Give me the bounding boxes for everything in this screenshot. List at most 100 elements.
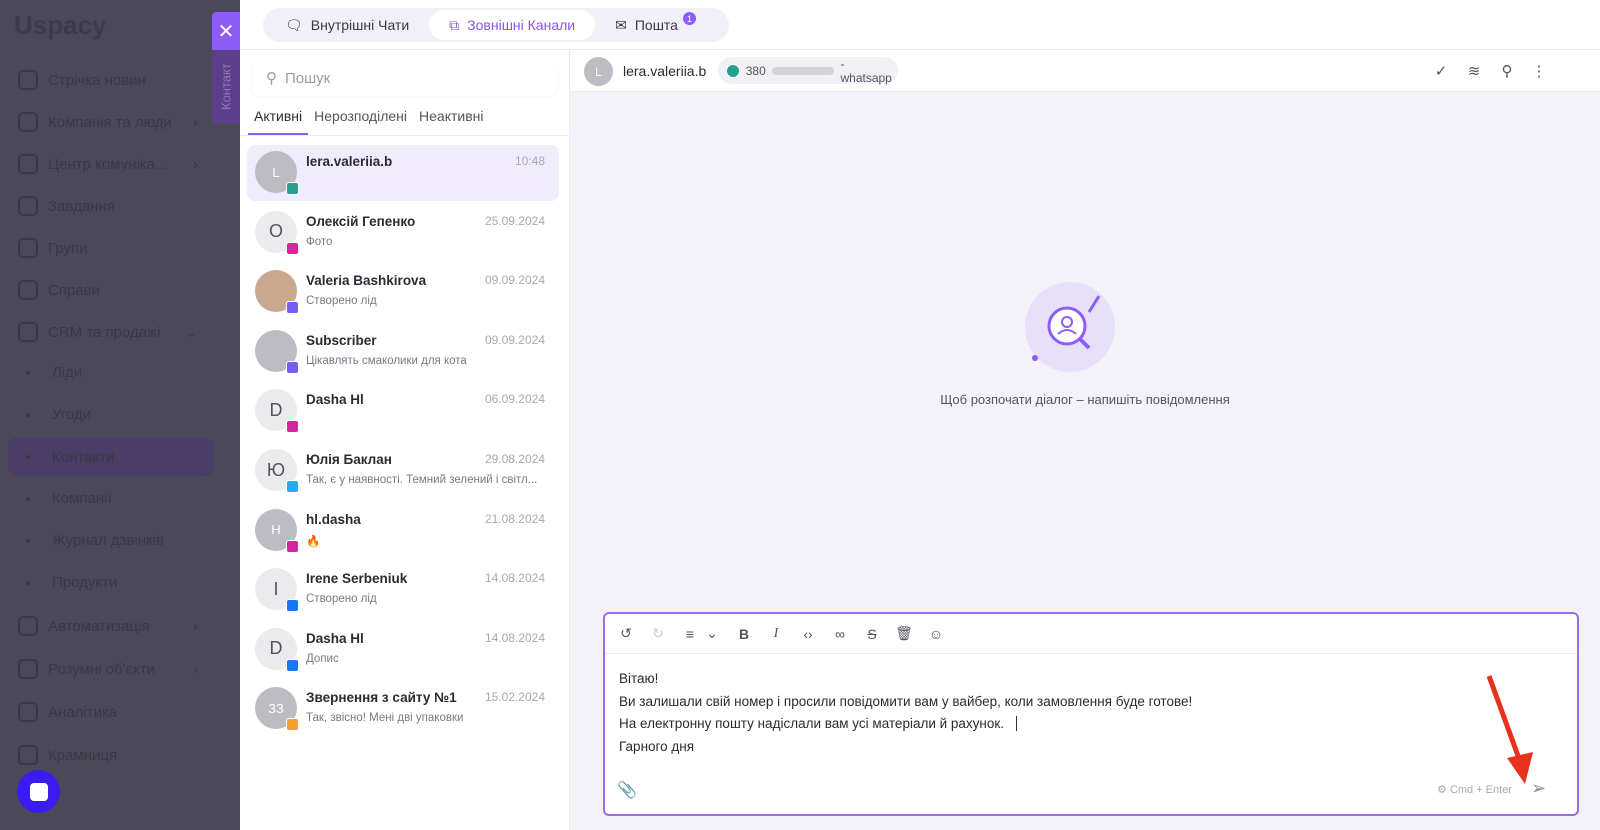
chat-list-item[interactable]: I Irene Serbeniuk 14.08.2024 Створено лі… [247,562,559,618]
sidebar-subitem[interactable]: Продукти [26,574,206,591]
nav-label: Контакти [52,448,115,466]
nav-icon [18,659,38,679]
chat-time: 09.09.2024 [484,273,545,288]
sidebar-subitem[interactable]: Ліди [26,364,206,381]
nav-label: Групи [48,239,88,257]
chat-list-item[interactable]: H hl.dasha 21.08.2024 🔥 [247,503,559,559]
chat-list-item[interactable]: Subscriber 09.09.2024 Цікавлять смаколик… [247,324,559,380]
contact-name[interactable]: lera.valeriia.b [623,63,706,79]
chat-time: 14.08.2024 [484,571,545,586]
contact-drawer-tab[interactable]: Контакт [212,50,240,124]
emoji-icon[interactable]: ☺ [927,625,945,643]
chat-preview: Фото [306,235,333,248]
app-sidebar-dimmed: Uspacy Стрічка новин Компанія та люди › Цен… [0,0,240,830]
instagram-icon [286,241,299,255]
chat-header: L lera.valeriia.b 380 - whatsapp ✓ ≋ ⚲ ⋮ [570,50,1600,92]
chevron-icon: › [193,113,198,131]
filter-unassigned[interactable]: Нерозподілені [308,100,413,135]
sidebar-item[interactable]: Аналітика [18,702,198,722]
chat-time: 14.08.2024 [484,630,545,645]
sidebar-item[interactable]: Крамниця [18,745,198,765]
tab-external-channels[interactable]: ⧉ Зовнішні Канали [429,10,596,40]
sidebar-item[interactable]: Центр комуніка... › [18,154,198,174]
bullet-icon [26,580,30,585]
nav-icon [18,154,38,174]
channel-tabs: 🗨 Внутрішні Чати ⧉ Зовнішні Канали ✉ Пошта 1 [263,8,729,42]
tab-mail[interactable]: ✉ Пошта 1 [595,10,698,40]
undo-icon[interactable]: ↺ [617,625,635,643]
chat-list-item[interactable]: Ю Юлія Баклан 29.08.2024 Так, є у наявно… [247,443,559,499]
chat-list-item[interactable]: D Dasha Hl 14.08.2024 Допис [247,622,559,678]
nav-label: Крамниця [48,746,118,764]
avatar-initial: D [269,399,283,420]
channel-chip[interactable]: 380 - whatsapp [718,57,898,85]
chat-list-item[interactable]: ЗЗ Звернення з сайту №1 15.02.2024 Так, … [247,681,559,737]
support-chat-button[interactable] [17,770,60,813]
strikethrough-icon[interactable]: S [863,625,881,643]
align-icon[interactable]: ≡ [681,625,699,643]
chat-time: 25.09.2024 [484,213,545,228]
chat-list-item[interactable]: D Dasha Hl 06.09.2024 [247,383,559,439]
sidebar-subitem[interactable]: Угоди [26,406,206,423]
chat-time: 09.09.2024 [484,332,545,347]
chat-name: Олексій Гепенко [306,213,416,229]
avatar [255,329,299,374]
sidebar-item[interactable]: Стрічка новин [18,70,198,90]
filter-active[interactable]: Активні [248,100,309,135]
search-icon: ⚲ [266,70,277,87]
more-vertical-icon[interactable]: ⋮ [1530,62,1548,80]
sidebar-item[interactable]: Компанія та люди › [18,112,198,132]
sidebar-item[interactable]: Завдання [18,196,198,216]
sidebar-subitem[interactable]: Контакти [8,438,214,476]
nav-label: Аналітика [48,703,118,721]
chat-preview: Створено лід [306,593,377,606]
nav-icon [18,745,38,765]
logo: Uspacy [14,10,107,40]
chat-list-item[interactable]: L lera.valeriia.b 10:48 [247,145,559,201]
nav-label: Розумні об'єкти [48,660,156,678]
redo-icon[interactable]: ↻ [649,625,667,643]
chat-list-item[interactable]: О Олексій Гепенко 25.09.2024 Фото [247,205,559,261]
message-text[interactable]: Вітаю! Ви залишали свій номер і просили … [619,668,1192,758]
filter-inactive[interactable]: Неактивні [413,100,489,135]
message-line: Гарного дня [619,738,695,754]
check-circle-icon[interactable]: ✓ [1432,62,1450,80]
stack-icon[interactable]: ≋ [1465,62,1483,80]
sidebar-subitem[interactable]: Журнал дзвінків [26,532,206,549]
sidebar-subitem[interactable]: Компанії [26,490,206,507]
link-icon[interactable]: ∞ [831,625,849,643]
avatar: ЗЗ [255,687,299,732]
phone-prefix: 380 [745,63,766,78]
italic-icon[interactable]: I [767,625,785,643]
sidebar-item[interactable]: Групи [18,238,198,258]
search-icon[interactable]: ⚲ [1498,62,1516,80]
avatar: H [255,508,299,553]
message-editor[interactable]: ↺ ↻ ≡ ⌄ B I ‹› ∞ S 🗑 ☺ Вітаю! Ви залишал… [603,612,1579,816]
nav-label: Автоматизація [48,617,150,635]
tab-label: Пошта [634,17,678,33]
bullet-icon [26,538,30,543]
search-input[interactable]: ⚲ Пошук [252,60,557,96]
empty-chat-state: Щоб розпочати діалог – напишіть повідомл… [570,92,1600,592]
bold-icon[interactable]: B [735,625,753,643]
code-icon[interactable]: ‹› [799,625,817,643]
sidebar-item[interactable]: Автоматизація › [18,616,198,636]
viber-icon [286,360,299,374]
tab-internal-chats[interactable]: 🗨 Внутрішні Чати [265,10,429,40]
nav-label: Центр комуніка... [48,155,168,173]
trash-icon[interactable]: 🗑 [895,625,913,643]
chevron-down-icon[interactable]: ⌄ [703,625,721,643]
widget-icon [286,718,299,732]
sidebar-item[interactable]: Справи [18,280,198,300]
chat-list-item[interactable]: Valeria Bashkirova 09.09.2024 Створено л… [247,264,559,320]
chat-icon [29,782,48,801]
attach-icon[interactable]: 📎 [617,780,637,800]
avatar-initial: I [273,578,279,599]
sidebar-item[interactable]: Розумні об'єкти › [18,659,198,679]
message-line: Ви залишали свій номер і просили повідом… [619,693,1193,709]
avatar-initial: ЗЗ [268,700,284,716]
nav-icon [18,616,38,636]
nav-label: Продукти [52,574,118,591]
close-drawer-button[interactable]: ✕ [212,12,240,50]
sidebar-item[interactable]: CRM та продажі ⌄ [18,322,198,342]
